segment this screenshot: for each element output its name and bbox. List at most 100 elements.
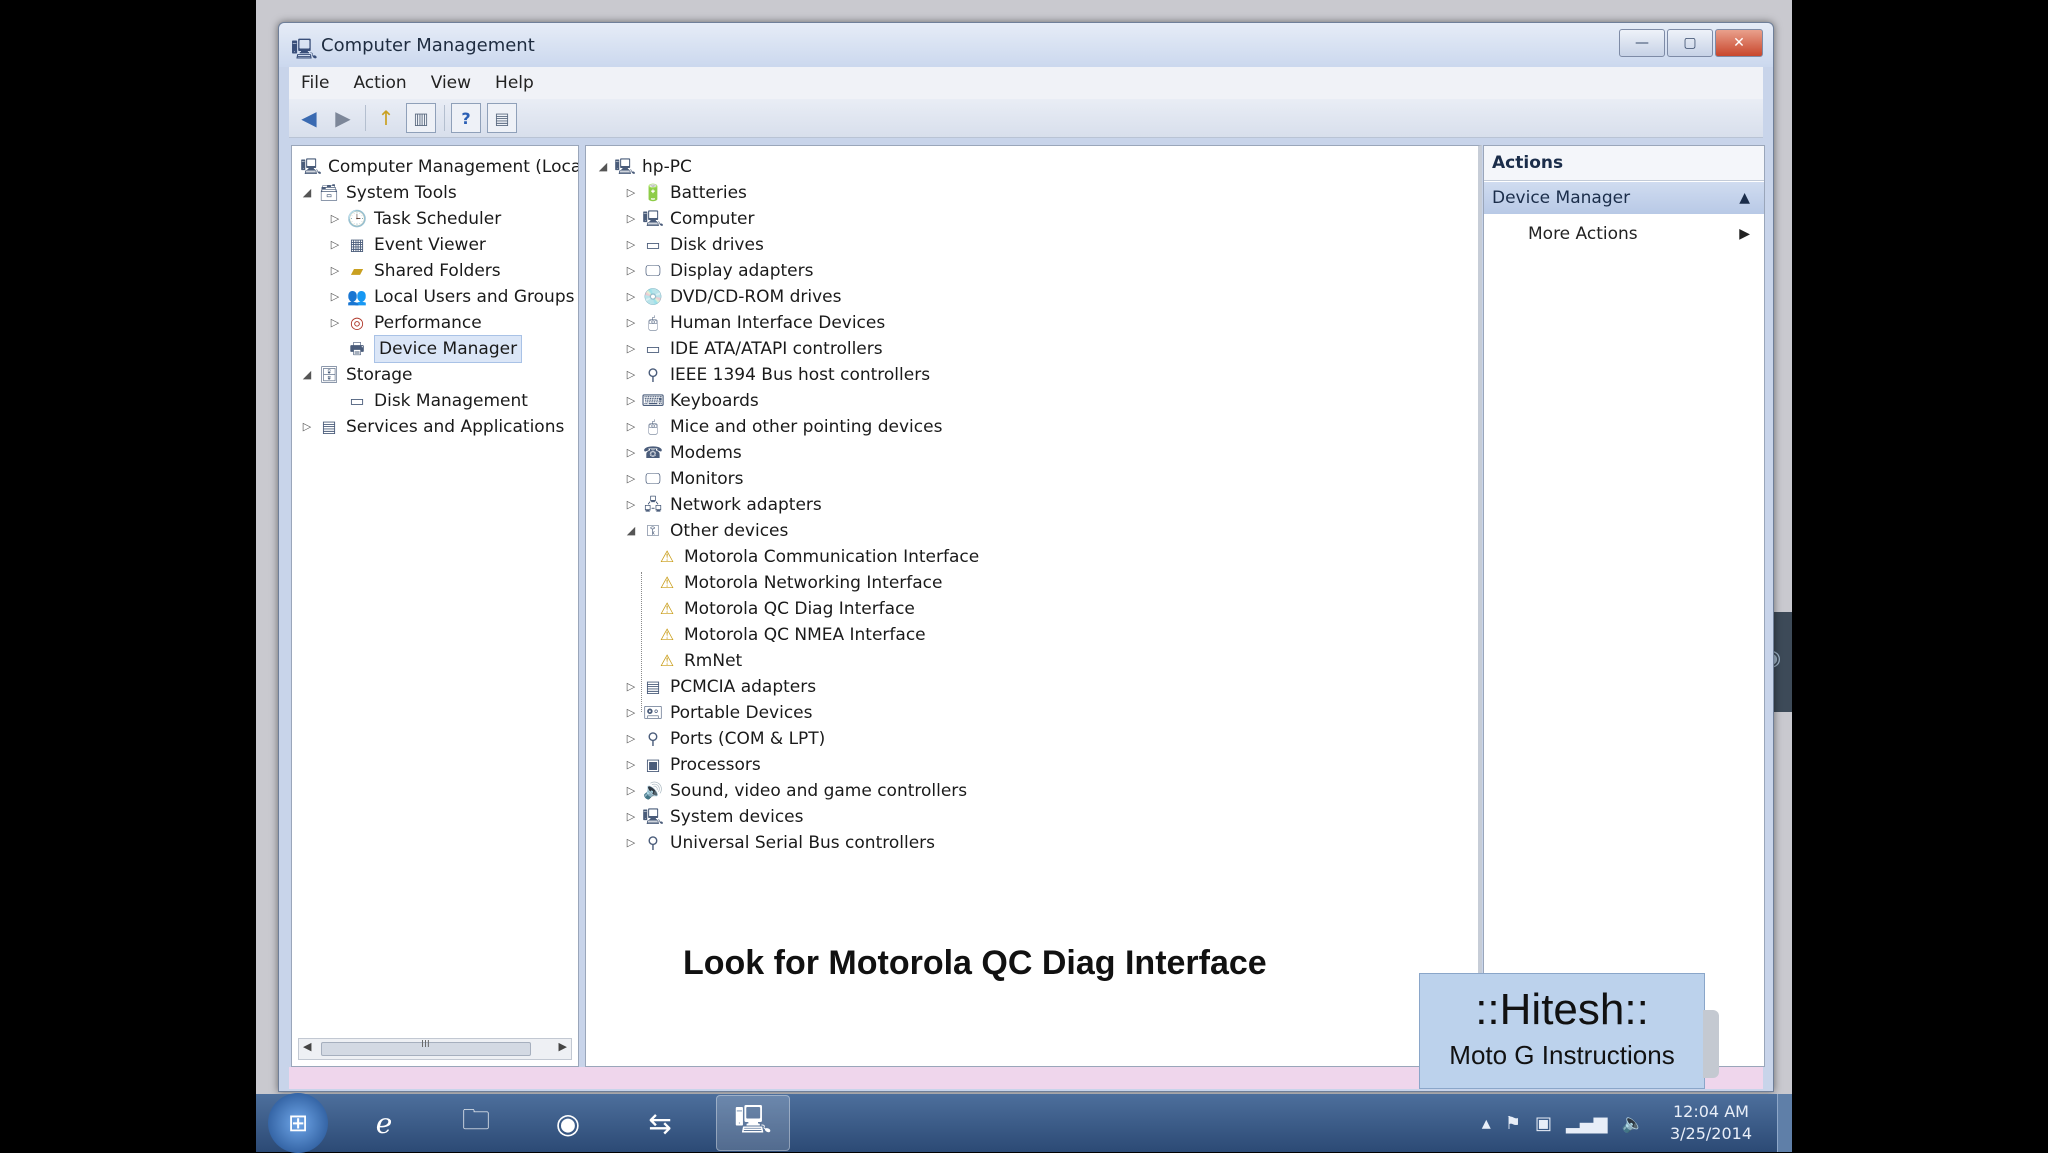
device-category[interactable]: ▷ 🔊 Sound, video and game controllers bbox=[624, 778, 967, 804]
device-category[interactable]: ▷ 🔋 Batteries bbox=[624, 180, 747, 206]
menu-action[interactable]: Action bbox=[341, 73, 418, 93]
expand-arrow-icon[interactable]: ▷ bbox=[624, 258, 638, 284]
help-icon[interactable]: ? bbox=[451, 103, 481, 133]
expand-arrow-icon[interactable]: ▷ bbox=[624, 206, 638, 232]
device-category[interactable]: ▷ ⚲ IEEE 1394 Bus host controllers bbox=[624, 362, 930, 388]
expand-arrow-icon[interactable]: ▷ bbox=[328, 232, 342, 258]
show-hidden-icons-icon[interactable]: ▴ bbox=[1482, 1113, 1491, 1134]
expand-arrow-icon[interactable]: ▷ bbox=[328, 284, 342, 310]
start-button[interactable]: ⊞ bbox=[268, 1093, 328, 1153]
collapse-arrow-icon[interactable]: ◢ bbox=[624, 518, 638, 544]
device-category[interactable]: ▷ ⌨ Keyboards bbox=[624, 388, 759, 414]
up-folder-icon[interactable]: ↑ bbox=[372, 104, 400, 132]
other-device-item[interactable]: ⚠ Motorola Networking Interface bbox=[652, 570, 943, 596]
expand-arrow-icon[interactable]: ▷ bbox=[624, 492, 638, 518]
expand-arrow-icon[interactable]: ▷ bbox=[624, 310, 638, 336]
collapse-triangle-icon[interactable]: ▲ bbox=[1739, 182, 1750, 214]
file-explorer-icon[interactable]: 🗀 bbox=[440, 1096, 512, 1150]
expand-arrow-icon[interactable]: ▷ bbox=[624, 830, 638, 856]
device-category[interactable]: ▷ 🖭 Portable Devices bbox=[624, 700, 813, 726]
device-category[interactable]: ▷ ▣ Processors bbox=[624, 752, 761, 778]
expand-arrow-icon[interactable]: ▷ bbox=[300, 414, 314, 440]
device-category[interactable]: ▷ 🖱 Human Interface Devices bbox=[624, 310, 885, 336]
expand-arrow-icon[interactable]: ▷ bbox=[328, 258, 342, 284]
device-category[interactable]: ▷ 💿 DVD/CD-ROM drives bbox=[624, 284, 842, 310]
show-hide-action-pane-icon[interactable]: ▤ bbox=[487, 103, 517, 133]
minimize-button[interactable]: — bbox=[1619, 29, 1665, 57]
tree-item-task-scheduler[interactable]: ▷ 🕒 Task Scheduler bbox=[328, 206, 501, 232]
more-actions-item[interactable]: More Actions ▶ bbox=[1528, 218, 1756, 250]
tree-item-event-viewer[interactable]: ▷ ▦ Event Viewer bbox=[328, 232, 486, 258]
other-device-item[interactable]: ⚠ RmNet bbox=[652, 648, 742, 674]
expand-arrow-icon[interactable]: ▷ bbox=[624, 804, 638, 830]
back-arrow-icon[interactable]: ◀ bbox=[295, 104, 323, 132]
expand-arrow-icon[interactable]: ▷ bbox=[624, 726, 638, 752]
expand-arrow-icon[interactable]: ▷ bbox=[624, 752, 638, 778]
device-icon[interactable]: ▣ bbox=[1535, 1113, 1552, 1134]
tree-item-local-users-groups[interactable]: ▷ 👥 Local Users and Groups bbox=[328, 284, 575, 310]
other-device-item[interactable]: ⚠ Motorola QC NMEA Interface bbox=[652, 622, 926, 648]
expand-arrow-icon[interactable]: ▷ bbox=[624, 778, 638, 804]
device-category[interactable]: ▷ ⚲ Ports (COM & LPT) bbox=[624, 726, 826, 752]
clock[interactable]: 12:04 AM 3/25/2014 bbox=[1670, 1101, 1752, 1145]
other-device-item[interactable]: ⚠ Motorola QC Diag Interface bbox=[652, 596, 915, 622]
device-category[interactable]: ▷ ▭ IDE ATA/ATAPI controllers bbox=[624, 336, 883, 362]
device-category[interactable]: ▷ 🖵 Display adapters bbox=[624, 258, 814, 284]
title-bar[interactable]: 🖳 Computer Management — ▢ ✕ bbox=[279, 23, 1773, 67]
device-category[interactable]: ▷ 🖱 Mice and other pointing devices bbox=[624, 414, 943, 440]
scroll-left-arrow-icon[interactable]: ◀ bbox=[303, 1040, 311, 1053]
collapse-arrow-icon[interactable]: ◢ bbox=[300, 362, 314, 388]
device-category[interactable]: ▷ ▭ Disk drives bbox=[624, 232, 764, 258]
tree-item-shared-folders[interactable]: ▷ ▰ Shared Folders bbox=[328, 258, 501, 284]
horizontal-scrollbar[interactable]: ◀ III ▶ bbox=[298, 1038, 572, 1060]
expand-arrow-icon[interactable]: ▷ bbox=[624, 362, 638, 388]
actions-section-device-manager[interactable]: Device Manager ▲ bbox=[1484, 182, 1764, 214]
expand-arrow-icon[interactable]: ▷ bbox=[624, 414, 638, 440]
action-center-flag-icon[interactable]: ⚑ bbox=[1505, 1113, 1521, 1134]
device-category[interactable]: ▷ 🖵 Monitors bbox=[624, 466, 744, 492]
internet-explorer-icon[interactable]: ℯ bbox=[348, 1096, 420, 1150]
tree-item-performance[interactable]: ▷ ◎ Performance bbox=[328, 310, 482, 336]
device-category[interactable]: ▷ 🖳 System devices bbox=[624, 804, 804, 830]
restore-button[interactable]: ▢ bbox=[1667, 29, 1713, 57]
expand-arrow-icon[interactable]: ▷ bbox=[624, 232, 638, 258]
show-desktop-button[interactable] bbox=[1777, 1094, 1792, 1152]
volume-icon[interactable]: 🔈 bbox=[1622, 1113, 1644, 1134]
menu-view[interactable]: View bbox=[419, 73, 483, 93]
show-hide-tree-icon[interactable]: ▥ bbox=[406, 103, 436, 133]
tree-item-system-tools[interactable]: ◢ 🗃 System Tools bbox=[300, 180, 457, 206]
expand-arrow-icon[interactable]: ▷ bbox=[624, 700, 638, 726]
network-signal-icon[interactable]: ▂▄▆ bbox=[1566, 1113, 1608, 1134]
expand-arrow-icon[interactable]: ▷ bbox=[328, 310, 342, 336]
device-root-hp-pc[interactable]: ◢ 🖳 hp-PC bbox=[596, 154, 692, 180]
expand-arrow-icon[interactable]: ▷ bbox=[328, 206, 342, 232]
menu-file[interactable]: File bbox=[289, 73, 341, 93]
device-category[interactable]: ▷ ⚲ Universal Serial Bus controllers bbox=[624, 830, 935, 856]
computer-management-taskbar-icon[interactable]: 🖳 bbox=[716, 1095, 790, 1151]
expand-arrow-icon[interactable]: ▷ bbox=[624, 388, 638, 414]
tree-item-device-manager[interactable]: 🖶 Device Manager bbox=[328, 335, 523, 363]
other-device-item[interactable]: ⚠ Motorola Communication Interface bbox=[652, 544, 979, 570]
expand-arrow-icon[interactable]: ▷ bbox=[624, 336, 638, 362]
forward-arrow-icon[interactable]: ▶ bbox=[329, 104, 357, 132]
expand-arrow-icon[interactable]: ▷ bbox=[624, 180, 638, 206]
tree-item-computer-management[interactable]: 🖳 Computer Management (Local bbox=[296, 154, 578, 180]
device-category[interactable]: ▷ ▤ PCMCIA adapters bbox=[624, 674, 816, 700]
tree-item-storage[interactable]: ◢ 🗄 Storage bbox=[300, 362, 413, 388]
menu-help[interactable]: Help bbox=[483, 73, 546, 93]
teamviewer-icon[interactable]: ⇆ bbox=[624, 1096, 696, 1150]
tree-item-disk-management[interactable]: ▭ Disk Management bbox=[328, 388, 527, 414]
expand-arrow-icon[interactable]: ▷ bbox=[624, 440, 638, 466]
device-category[interactable]: ▷ ☎ Modems bbox=[624, 440, 742, 466]
device-category[interactable]: ▷ 🖧 Network adapters bbox=[624, 492, 822, 518]
chrome-icon[interactable]: ◉ bbox=[532, 1096, 604, 1150]
collapse-arrow-icon[interactable]: ◢ bbox=[300, 180, 314, 206]
device-category[interactable]: ▷ 🖳 Computer bbox=[624, 206, 755, 232]
tree-item-services-applications[interactable]: ▷ ▤ Services and Applications bbox=[300, 414, 565, 440]
category-other-devices[interactable]: ◢ ⚿ Other devices bbox=[624, 518, 789, 544]
expand-arrow-icon[interactable]: ▷ bbox=[624, 674, 638, 700]
close-button[interactable]: ✕ bbox=[1715, 29, 1763, 57]
collapse-arrow-icon[interactable]: ◢ bbox=[596, 154, 610, 180]
expand-arrow-icon[interactable]: ▷ bbox=[624, 466, 638, 492]
expand-arrow-icon[interactable]: ▷ bbox=[624, 284, 638, 310]
